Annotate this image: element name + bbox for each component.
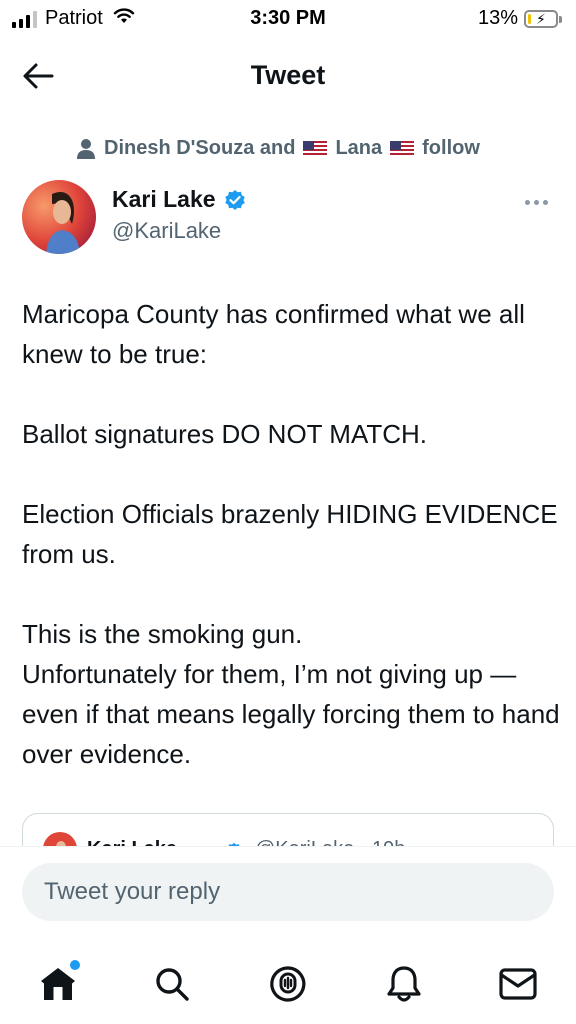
social-context-suffix: follow	[422, 137, 480, 159]
us-flag-icon	[390, 140, 415, 157]
page-title: Tweet	[250, 60, 326, 90]
notifications-icon	[387, 966, 421, 1002]
nav-search[interactable]	[150, 962, 194, 1006]
nav-spaces[interactable]	[266, 962, 310, 1006]
author-name-row[interactable]: Kari Lake	[112, 186, 246, 213]
reply-bar	[0, 846, 576, 946]
nav-home[interactable]	[36, 960, 80, 1006]
social-context-name-b: Lana	[335, 137, 383, 159]
status-bar: Patriot 3:30 PM 13% ⚡	[0, 0, 576, 38]
nav-notifications[interactable]	[382, 962, 426, 1006]
person-icon	[77, 138, 95, 159]
dot	[542, 199, 548, 205]
battery-fill	[528, 13, 531, 24]
us-flag-icon	[303, 140, 328, 157]
battery-icon: ⚡	[524, 9, 562, 28]
dot	[533, 199, 539, 205]
tweet-paragraph: Ballot signatures DO NOT MATCH.	[22, 419, 428, 449]
tweet-paragraph: Election Officials brazenly HIDING EVIDE…	[22, 499, 558, 569]
author-handle[interactable]: @KariLake	[112, 218, 221, 244]
notification-dot	[70, 960, 80, 970]
status-right: 13% ⚡	[477, 7, 562, 30]
tweet-text: Maricopa County has confirmed what we al…	[22, 294, 562, 774]
battery-percent: 13%	[477, 7, 518, 29]
bottom-nav	[0, 946, 576, 1024]
messages-icon	[499, 968, 537, 1000]
tweet-paragraph: Maricopa County has confirmed what we al…	[22, 299, 525, 369]
more-options-button[interactable]	[520, 190, 552, 214]
social-context-name-a: Dinesh D'Souza and	[104, 137, 296, 159]
avatar[interactable]	[22, 180, 96, 254]
verified-badge-icon	[224, 189, 245, 210]
home-icon	[41, 968, 75, 1000]
reply-input[interactable]	[22, 863, 554, 921]
charging-bolt-icon: ⚡	[536, 10, 546, 27]
spaces-icon	[270, 966, 306, 1002]
author-name: Kari Lake	[112, 186, 216, 212]
social-context[interactable]: Dinesh D'Souza and Lana follow	[76, 137, 480, 160]
dot	[524, 199, 530, 205]
nav-messages[interactable]	[496, 962, 540, 1006]
header: Tweet	[0, 44, 576, 108]
search-icon	[156, 968, 189, 1001]
tweet-paragraph: This is the smoking gun. Unfortunately f…	[22, 619, 560, 769]
